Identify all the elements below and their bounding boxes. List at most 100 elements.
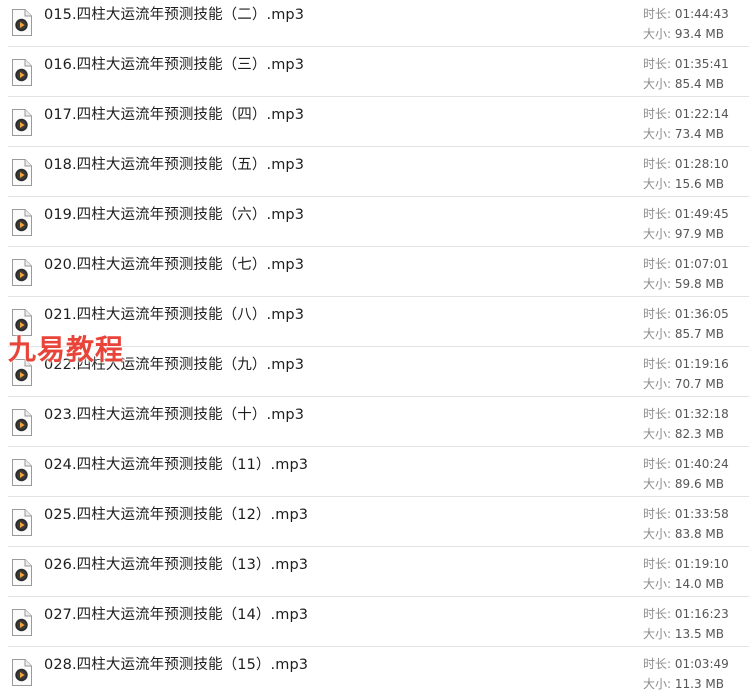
file-duration: 时长: 01:44:43	[643, 5, 729, 22]
audio-file-icon	[11, 259, 32, 286]
duration-label: 时长:	[643, 407, 675, 421]
file-row[interactable]: 027.四柱大运流年预测技能（14）.mp3 时长: 01:16:23 大小: …	[8, 597, 749, 647]
audio-file-icon	[11, 409, 32, 436]
file-row[interactable]: 026.四柱大运流年预测技能（13）.mp3 时长: 01:19:10 大小: …	[8, 547, 749, 597]
file-duration: 时长: 01:35:41	[643, 55, 729, 72]
file-duration: 时长: 01:32:18	[643, 405, 729, 422]
size-value: 85.4 MB	[674, 77, 724, 91]
file-duration: 时长: 01:49:45	[643, 205, 729, 222]
audio-file-icon	[11, 59, 32, 86]
duration-label: 时长:	[643, 507, 675, 521]
duration-label: 时长:	[643, 107, 675, 121]
audio-file-icon	[11, 609, 32, 636]
size-value: 97.9 MB	[674, 227, 724, 241]
file-row[interactable]: 015.四柱大运流年预测技能（二）.mp3 时长: 01:44:43 大小: 9…	[8, 0, 749, 47]
duration-label: 时长:	[643, 557, 675, 571]
file-size: 大小: 13.5 MB	[643, 625, 724, 642]
file-name[interactable]: 016.四柱大运流年预测技能（三）.mp3	[44, 53, 304, 74]
audio-file-icon	[11, 509, 32, 536]
size-value: 70.7 MB	[674, 377, 724, 391]
duration-value: 01:19:16	[674, 357, 729, 371]
size-value: 15.6 MB	[674, 177, 724, 191]
duration-value: 01:19:10	[674, 557, 729, 571]
file-size: 大小: 59.8 MB	[643, 275, 724, 292]
file-name[interactable]: 026.四柱大运流年预测技能（13）.mp3	[44, 553, 308, 574]
size-label: 大小:	[643, 327, 675, 341]
watermark-logo: 九易教程	[8, 333, 125, 366]
file-row[interactable]: 024.四柱大运流年预测技能（11）.mp3 时长: 01:40:24 大小: …	[8, 447, 749, 497]
file-size: 大小: 11.3 MB	[643, 675, 724, 692]
size-label: 大小:	[643, 477, 675, 491]
file-name[interactable]: 019.四柱大运流年预测技能（六）.mp3	[44, 203, 304, 224]
duration-label: 时长:	[643, 157, 675, 171]
file-size: 大小: 85.7 MB	[643, 325, 724, 342]
audio-file-icon	[11, 209, 32, 236]
file-row[interactable]: 018.四柱大运流年预测技能（五）.mp3 时长: 01:28:10 大小: 1…	[8, 147, 749, 197]
duration-label: 时长:	[643, 57, 675, 71]
file-size: 大小: 14.0 MB	[643, 575, 724, 592]
file-row[interactable]: 017.四柱大运流年预测技能（四）.mp3 时长: 01:22:14 大小: 7…	[8, 97, 749, 147]
duration-value: 01:16:23	[674, 607, 729, 621]
file-duration: 时长: 01:40:24	[643, 455, 729, 472]
file-size: 大小: 70.7 MB	[643, 375, 724, 392]
duration-value: 01:28:10	[674, 157, 729, 171]
file-size: 大小: 82.3 MB	[643, 425, 724, 442]
file-row[interactable]: 023.四柱大运流年预测技能（十）.mp3 时长: 01:32:18 大小: 8…	[8, 397, 749, 447]
file-name[interactable]: 028.四柱大运流年预测技能（15）.mp3	[44, 653, 308, 674]
file-duration: 时长: 01:19:16	[643, 355, 729, 372]
file-size: 大小: 73.4 MB	[643, 125, 724, 142]
file-size: 大小: 83.8 MB	[643, 525, 724, 542]
file-name[interactable]: 015.四柱大运流年预测技能（二）.mp3	[44, 3, 304, 24]
duration-value: 01:40:24	[674, 457, 729, 471]
duration-label: 时长:	[643, 457, 675, 471]
file-name[interactable]: 021.四柱大运流年预测技能（八）.mp3	[44, 303, 304, 324]
size-value: 82.3 MB	[674, 427, 724, 441]
size-value: 83.8 MB	[674, 527, 724, 541]
duration-label: 时长:	[643, 607, 675, 621]
file-name[interactable]: 020.四柱大运流年预测技能（七）.mp3	[44, 253, 304, 274]
audio-file-icon	[11, 9, 32, 36]
duration-value: 01:32:18	[674, 407, 729, 421]
file-duration: 时长: 01:22:14	[643, 105, 729, 122]
audio-file-icon	[11, 109, 32, 136]
file-name[interactable]: 025.四柱大运流年预测技能（12）.mp3	[44, 503, 308, 524]
duration-label: 时长:	[643, 657, 675, 671]
file-name[interactable]: 024.四柱大运流年预测技能（11）.mp3	[44, 453, 308, 474]
duration-value: 01:22:14	[674, 107, 729, 121]
file-size: 大小: 15.6 MB	[643, 175, 724, 192]
file-name[interactable]: 017.四柱大运流年预测技能（四）.mp3	[44, 103, 304, 124]
size-value: 13.5 MB	[674, 627, 724, 641]
size-value: 14.0 MB	[674, 577, 724, 591]
size-value: 89.6 MB	[674, 477, 724, 491]
duration-value: 01:44:43	[674, 7, 729, 21]
file-duration: 时长: 01:33:58	[643, 505, 729, 522]
size-label: 大小:	[643, 627, 675, 641]
file-size: 大小: 97.9 MB	[643, 225, 724, 242]
duration-label: 时长:	[643, 207, 675, 221]
file-name[interactable]: 023.四柱大运流年预测技能（十）.mp3	[44, 403, 304, 424]
file-row[interactable]: 019.四柱大运流年预测技能（六）.mp3 时长: 01:49:45 大小: 9…	[8, 197, 749, 247]
size-label: 大小:	[643, 27, 675, 41]
size-label: 大小:	[643, 227, 675, 241]
file-duration: 时长: 01:03:49	[643, 655, 729, 672]
file-size: 大小: 93.4 MB	[643, 25, 724, 42]
file-row[interactable]: 016.四柱大运流年预测技能（三）.mp3 时长: 01:35:41 大小: 8…	[8, 47, 749, 97]
size-label: 大小:	[643, 527, 675, 541]
file-size: 大小: 85.4 MB	[643, 75, 724, 92]
file-row[interactable]: 020.四柱大运流年预测技能（七）.mp3 时长: 01:07:01 大小: 5…	[8, 247, 749, 297]
audio-file-icon	[11, 659, 32, 686]
size-value: 59.8 MB	[674, 277, 724, 291]
duration-value: 01:35:41	[674, 57, 729, 71]
size-label: 大小:	[643, 177, 675, 191]
file-name[interactable]: 027.四柱大运流年预测技能（14）.mp3	[44, 603, 308, 624]
size-label: 大小:	[643, 577, 675, 591]
duration-value: 01:36:05	[674, 307, 729, 321]
duration-label: 时长:	[643, 357, 675, 371]
size-value: 85.7 MB	[674, 327, 724, 341]
duration-value: 01:49:45	[674, 207, 729, 221]
file-row[interactable]: 025.四柱大运流年预测技能（12）.mp3 时长: 01:33:58 大小: …	[8, 497, 749, 547]
size-value: 73.4 MB	[674, 127, 724, 141]
file-duration: 时长: 01:19:10	[643, 555, 729, 572]
file-name[interactable]: 018.四柱大运流年预测技能（五）.mp3	[44, 153, 304, 174]
duration-label: 时长:	[643, 7, 675, 21]
